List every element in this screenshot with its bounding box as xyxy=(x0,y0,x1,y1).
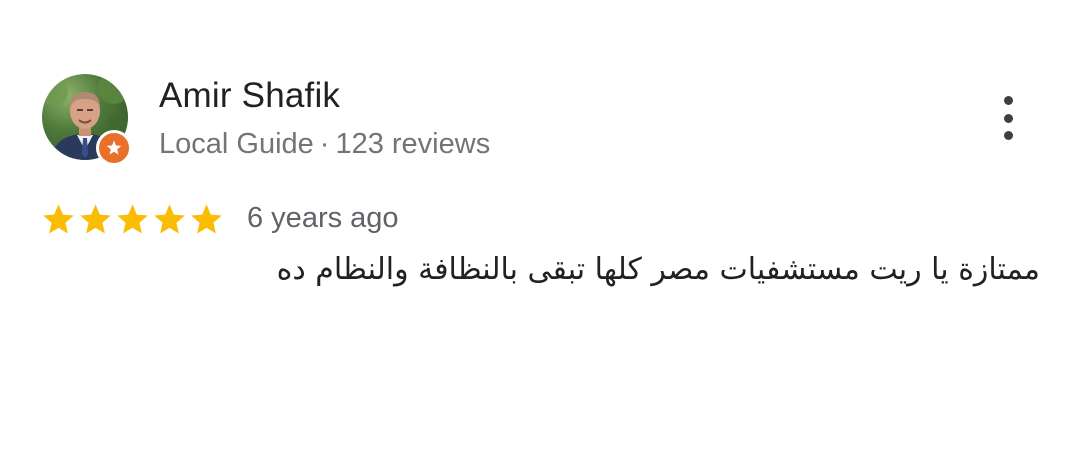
reviewer-avatar-wrap[interactable] xyxy=(42,74,132,166)
star-icon xyxy=(154,204,185,234)
separator-dot: · xyxy=(319,128,330,160)
review-count: 123 reviews xyxy=(335,128,491,160)
more-options-button[interactable] xyxy=(990,96,1026,140)
star-badge-icon xyxy=(106,140,122,155)
star-icon xyxy=(80,204,111,234)
reviewer-name[interactable]: Amir Shafik xyxy=(159,76,340,116)
reviewer-meta[interactable]: Local Guide · 123 reviews xyxy=(159,128,490,161)
local-guide-label: Local Guide xyxy=(159,128,314,160)
review-card: Amir Shafik Local Guide · 123 reviews 6 ye… xyxy=(0,0,1080,450)
review-time: 6 years ago xyxy=(247,202,399,234)
more-vert-icon xyxy=(1003,96,1013,105)
more-vert-icon-dot xyxy=(1003,131,1013,140)
star-icon xyxy=(117,204,148,234)
star-icon xyxy=(43,204,74,234)
local-guide-badge-icon xyxy=(96,130,132,166)
more-vert-icon-dot xyxy=(1003,113,1013,123)
review-text: ممتازة يا ريت مستشفيات مصر كلها تبقى بال… xyxy=(276,252,1040,287)
star-icon xyxy=(191,204,222,234)
star-rating xyxy=(40,201,225,238)
